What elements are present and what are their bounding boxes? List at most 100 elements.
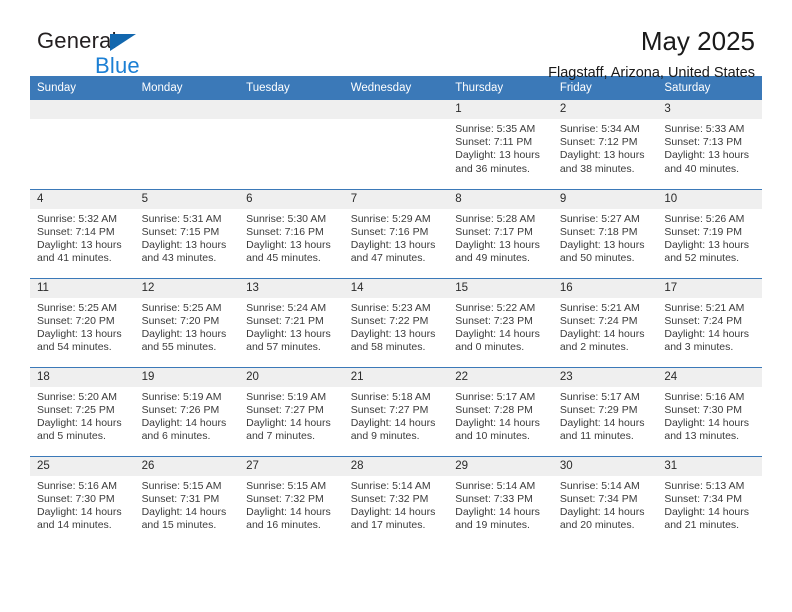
sunrise-text: Sunrise: 5:14 AM [350, 479, 431, 492]
day-cell[interactable]: 9 Sunrise: 5:27 AM Sunset: 7:18 PM Dayli… [552, 188, 658, 278]
day-cell[interactable]: 27 Sunrise: 5:15 AM Sunset: 7:32 PM Dayl… [239, 455, 344, 545]
day-cell[interactable]: 16 Sunrise: 5:21 AM Sunset: 7:24 PM Dayl… [552, 277, 658, 367]
sunset-text: Sunset: 7:22 PM [350, 314, 429, 327]
day-number: 19 [134, 367, 240, 387]
daylight-text-line2: and 3 minutes. [664, 341, 734, 354]
sunrise-text: Sunrise: 5:29 AM [350, 212, 431, 225]
day-number: 18 [30, 367, 135, 387]
day-cell[interactable]: 3 Sunrise: 5:33 AM Sunset: 7:13 PM Dayli… [657, 100, 762, 189]
sunrise-text: Sunrise: 5:25 AM [37, 301, 117, 314]
day-cell[interactable]: 17 Sunrise: 5:21 AM Sunset: 7:24 PM Dayl… [657, 277, 762, 367]
sunrise-text: Sunrise: 5:26 AM [664, 212, 745, 225]
sunrise-text: Sunrise: 5:19 AM [141, 390, 222, 403]
day-number: 1 [448, 100, 553, 119]
day-number: 25 [30, 456, 135, 476]
daylight-text-line1: Daylight: 13 hours [559, 149, 645, 162]
daylight-text-line2: and 50 minutes. [559, 252, 635, 265]
day-cell[interactable]: 29 Sunrise: 5:14 AM Sunset: 7:33 PM Dayl… [448, 455, 553, 545]
calendar-week-row: 25 Sunrise: 5:16 AM Sunset: 7:30 PM Dayl… [30, 455, 762, 545]
day-cell[interactable]: 18 Sunrise: 5:20 AM Sunset: 7:25 PM Dayl… [30, 366, 135, 456]
day-cell[interactable]: 24 Sunrise: 5:16 AM Sunset: 7:30 PM Dayl… [657, 366, 762, 456]
day-details: Sunrise: 5:17 AM Sunset: 7:29 PM Dayligh… [553, 387, 658, 444]
day-cell[interactable]: 1 Sunrise: 5:35 AM Sunset: 7:11 PM Dayli… [448, 100, 553, 189]
day-cell[interactable]: 4 Sunrise: 5:32 AM Sunset: 7:14 PM Dayli… [30, 188, 135, 278]
day-number: 29 [448, 456, 553, 476]
sunset-text: Sunset: 7:16 PM [246, 225, 324, 238]
sunrise-text: Sunrise: 5:27 AM [559, 212, 640, 225]
day-number: 14 [343, 278, 449, 298]
sunrise-text: Sunrise: 5:19 AM [246, 390, 327, 403]
day-cell[interactable]: 28 Sunrise: 5:14 AM Sunset: 7:32 PM Dayl… [343, 455, 449, 545]
day-cell[interactable]: 10 Sunrise: 5:26 AM Sunset: 7:19 PM Dayl… [657, 188, 762, 278]
daylight-text-line1: Daylight: 13 hours [455, 149, 540, 162]
day-cell[interactable]: 14 Sunrise: 5:23 AM Sunset: 7:22 PM Dayl… [343, 277, 449, 367]
daylight-text-line1: Daylight: 14 hours [664, 505, 750, 518]
sunrise-text: Sunrise: 5:23 AM [350, 301, 431, 314]
day-cell[interactable]: 15 Sunrise: 5:22 AM Sunset: 7:23 PM Dayl… [448, 277, 553, 367]
daylight-text-line1: Daylight: 14 hours [455, 416, 540, 429]
sunrise-text: Sunrise: 5:25 AM [141, 301, 222, 314]
daylight-text-line2: and 57 minutes. [246, 341, 321, 354]
day-cell[interactable]: 26 Sunrise: 5:15 AM Sunset: 7:31 PM Dayl… [134, 455, 240, 545]
day-cell[interactable]: 31 Sunrise: 5:13 AM Sunset: 7:34 PM Dayl… [657, 455, 762, 545]
day-details: Sunrise: 5:14 AM Sunset: 7:33 PM Dayligh… [448, 476, 553, 533]
day-cell[interactable]: 23 Sunrise: 5:17 AM Sunset: 7:29 PM Dayl… [552, 366, 658, 456]
day-details: Sunrise: 5:15 AM Sunset: 7:31 PM Dayligh… [135, 476, 240, 533]
weekday-header-monday: Monday [134, 76, 240, 100]
day-cell[interactable]: 22 Sunrise: 5:17 AM Sunset: 7:28 PM Dayl… [448, 366, 553, 456]
daylight-text-line1: Daylight: 14 hours [350, 416, 436, 429]
sunset-text: Sunset: 7:34 PM [559, 492, 638, 505]
day-cell[interactable]: 8 Sunrise: 5:28 AM Sunset: 7:17 PM Dayli… [448, 188, 553, 278]
day-cell[interactable]: 11 Sunrise: 5:25 AM Sunset: 7:20 PM Dayl… [30, 277, 135, 367]
daylight-text-line2: and 10 minutes. [455, 430, 530, 443]
day-details: Sunrise: 5:20 AM Sunset: 7:25 PM Dayligh… [30, 387, 135, 444]
sunset-text: Sunset: 7:25 PM [37, 403, 115, 416]
sunrise-text: Sunrise: 5:33 AM [664, 123, 745, 135]
sunrise-text: Sunrise: 5:32 AM [37, 212, 117, 225]
daylight-text-line2: and 47 minutes. [350, 252, 426, 265]
daylight-text-line1: Daylight: 13 hours [246, 238, 331, 251]
sunset-text: Sunset: 7:13 PM [664, 136, 743, 149]
sunrise-text: Sunrise: 5:20 AM [37, 390, 117, 403]
day-cell[interactable]: 5 Sunrise: 5:31 AM Sunset: 7:15 PM Dayli… [134, 188, 240, 278]
day-cell[interactable]: 20 Sunrise: 5:19 AM Sunset: 7:27 PM Dayl… [239, 366, 344, 456]
title-block: May 2025 Flagstaff, Arizona, United Stat… [548, 26, 755, 82]
daylight-text-line2: and 19 minutes. [455, 519, 530, 532]
sunrise-text: Sunrise: 5:22 AM [455, 301, 536, 314]
day-details: Sunrise: 5:30 AM Sunset: 7:16 PM Dayligh… [239, 209, 344, 266]
day-number: 2 [552, 100, 658, 119]
day-cell[interactable]: 21 Sunrise: 5:18 AM Sunset: 7:27 PM Dayl… [343, 366, 449, 456]
daylight-text-line1: Daylight: 13 hours [141, 327, 227, 340]
calendar-body: 1 Sunrise: 5:35 AM Sunset: 7:11 PM Dayli… [30, 100, 762, 545]
daylight-text-line2: and 36 minutes. [455, 162, 530, 175]
day-details: Sunrise: 5:28 AM Sunset: 7:17 PM Dayligh… [448, 209, 553, 266]
day-number: 26 [134, 456, 240, 476]
day-cell[interactable]: 2 Sunrise: 5:34 AM Sunset: 7:12 PM Dayli… [552, 100, 658, 189]
day-number: 7 [343, 189, 449, 209]
daylight-text-line1: Daylight: 13 hours [350, 238, 436, 251]
calendar-week-row: 18 Sunrise: 5:20 AM Sunset: 7:25 PM Dayl… [30, 366, 762, 456]
day-details: Sunrise: 5:27 AM Sunset: 7:18 PM Dayligh… [553, 209, 658, 266]
day-details: Sunrise: 5:16 AM Sunset: 7:30 PM Dayligh… [657, 387, 762, 444]
day-cell[interactable]: 12 Sunrise: 5:25 AM Sunset: 7:20 PM Dayl… [134, 277, 240, 367]
sunset-text: Sunset: 7:11 PM [455, 136, 533, 149]
daylight-text-line2: and 6 minutes. [141, 430, 211, 443]
day-details: Sunrise: 5:25 AM Sunset: 7:20 PM Dayligh… [135, 298, 240, 355]
day-cell[interactable]: 6 Sunrise: 5:30 AM Sunset: 7:16 PM Dayli… [239, 188, 344, 278]
page-title: May 2025 [640, 26, 755, 56]
day-cell[interactable]: 13 Sunrise: 5:24 AM Sunset: 7:21 PM Dayl… [239, 277, 344, 367]
daylight-text-line1: Daylight: 13 hours [664, 238, 750, 251]
day-cell[interactable]: 30 Sunrise: 5:14 AM Sunset: 7:34 PM Dayl… [552, 455, 658, 545]
day-cell[interactable]: 25 Sunrise: 5:16 AM Sunset: 7:30 PM Dayl… [30, 455, 135, 545]
sunset-text: Sunset: 7:33 PM [455, 492, 533, 505]
day-number [343, 100, 449, 119]
sunrise-text: Sunrise: 5:15 AM [246, 479, 327, 492]
day-cell[interactable]: 7 Sunrise: 5:29 AM Sunset: 7:16 PM Dayli… [343, 188, 449, 278]
day-details: Sunrise: 5:13 AM Sunset: 7:34 PM Dayligh… [657, 476, 762, 533]
day-number: 15 [448, 278, 553, 298]
day-cell[interactable]: 19 Sunrise: 5:19 AM Sunset: 7:26 PM Dayl… [134, 366, 240, 456]
daylight-text-line1: Daylight: 13 hours [37, 327, 122, 340]
day-number [30, 100, 135, 119]
general-blue-logo[interactable]: General Blue [37, 30, 217, 77]
calendar-week-row: 1 Sunrise: 5:35 AM Sunset: 7:11 PM Dayli… [30, 100, 762, 189]
